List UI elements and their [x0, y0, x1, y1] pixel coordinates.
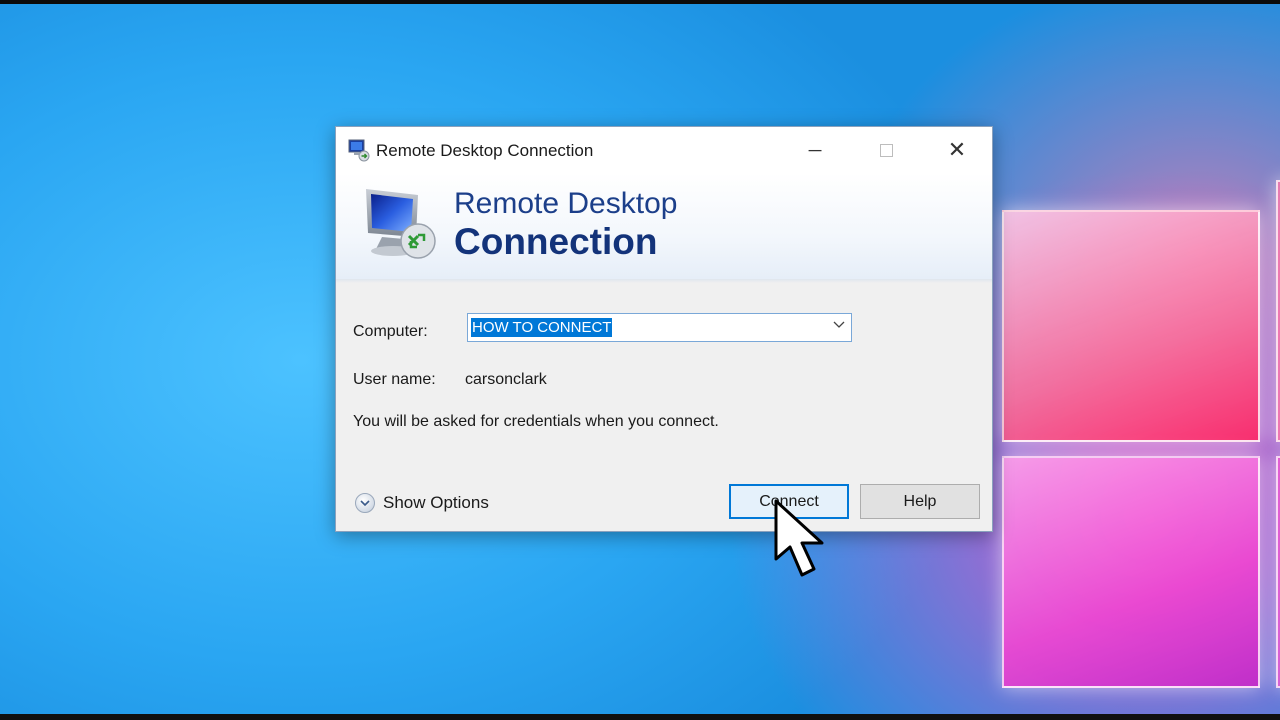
computer-label: Computer:: [353, 323, 428, 340]
remote-desktop-dialog: Remote Desktop Connection ─ ✕ Remote Des…: [335, 126, 993, 532]
mouse-pointer-icon: [774, 499, 824, 577]
banner-title-line1: Remote Desktop: [454, 187, 678, 220]
chevron-down-icon[interactable]: [833, 318, 845, 333]
minimize-button[interactable]: ─: [780, 127, 850, 173]
bottom-border: [0, 714, 1280, 720]
computer-combobox[interactable]: HOW TO CONNECT: [467, 313, 852, 342]
window-title: Remote Desktop Connection: [376, 141, 594, 160]
username-label: User name:: [353, 371, 436, 388]
logo-pane-bottom-left: [1002, 456, 1260, 688]
remote-desktop-monitor-icon: [366, 189, 436, 259]
minimize-icon: ─: [808, 139, 822, 160]
maximize-button: [851, 127, 921, 173]
help-button[interactable]: Help: [860, 484, 980, 519]
remote-desktop-title-icon: [348, 139, 370, 162]
credentials-info-text: You will be asked for credentials when y…: [353, 413, 719, 430]
maximize-icon: [879, 143, 893, 157]
computer-input-value[interactable]: HOW TO CONNECT: [471, 318, 613, 337]
username-value: carsonclark: [465, 371, 547, 388]
expand-arrow-icon[interactable]: [355, 493, 375, 513]
title-bar[interactable]: Remote Desktop Connection ─ ✕: [336, 127, 992, 173]
show-options-label[interactable]: Show Options: [383, 493, 489, 513]
logo-pane-bottom-right: [1276, 456, 1280, 688]
logo-pane-top-left: [1002, 210, 1260, 442]
banner-title-line2: Connection: [454, 221, 658, 262]
top-border: [0, 0, 1280, 4]
show-options-toggle[interactable]: Show Options: [355, 491, 489, 515]
windows-logo-wallpaper: [998, 180, 1280, 710]
banner-divider: [336, 279, 992, 283]
close-icon: ✕: [947, 137, 967, 162]
close-button[interactable]: ✕: [922, 127, 992, 173]
header-banner: Remote Desktop Connection: [336, 173, 992, 280]
logo-pane-top-right: [1276, 180, 1280, 442]
